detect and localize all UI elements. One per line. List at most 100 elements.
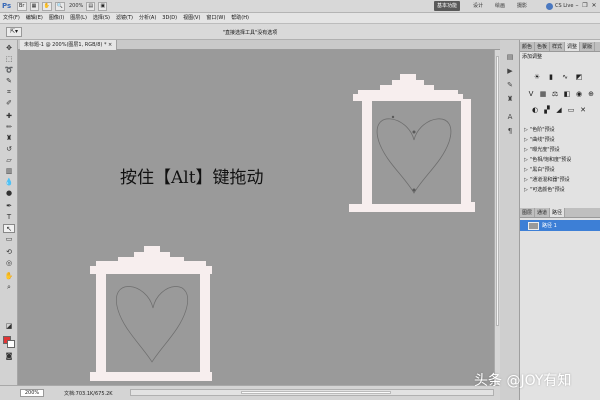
selective-color-icon[interactable]: ✕ <box>578 106 588 115</box>
crop-tool-icon[interactable]: ⌗ <box>3 88 15 97</box>
watermark: 头条 @JOY有知 <box>474 373 572 389</box>
preset-levels[interactable]: ▷ "色阶"预设 <box>524 126 596 134</box>
menu-help[interactable]: 帮助(H) <box>228 13 252 24</box>
horizontal-scrollbar[interactable] <box>130 389 494 396</box>
canvas[interactable]: 按住【Alt】键拖动 <box>18 50 494 385</box>
path-name: 路径 1 <box>542 223 557 229</box>
tab-channels[interactable]: 通道 <box>535 208 551 217</box>
color-balance-icon[interactable]: ⚖ <box>550 90 560 99</box>
tab-swatches[interactable]: 色板 <box>535 42 551 51</box>
quick-mask-icon[interactable]: ◙ <box>3 352 15 361</box>
type-tool-icon[interactable]: T <box>3 213 15 222</box>
preset-selective-color[interactable]: ▷ "可选颜色"预设 <box>524 186 596 194</box>
direct-selection-tool-icon[interactable]: ↖ <box>3 224 15 233</box>
blur-tool-icon[interactable]: 💧 <box>3 178 15 187</box>
preset-hue-saturation[interactable]: ▷ "色相/饱和度"预设 <box>524 156 596 164</box>
menu-3d[interactable]: 3D(D) <box>159 13 180 24</box>
gradient-tool-icon[interactable]: ▥ <box>3 167 15 176</box>
shape-tool-icon[interactable]: ▭ <box>3 235 15 244</box>
minibridge-button[interactable]: ▦ <box>29 1 39 11</box>
menu-window[interactable]: 窗口(W) <box>203 13 228 24</box>
tab-masks[interactable]: 蒙版 <box>580 42 596 51</box>
heart-path-bottom-left[interactable] <box>116 286 188 363</box>
posterize-icon[interactable]: ▞ <box>542 106 552 115</box>
eyedropper-tool-icon[interactable]: ✐ <box>3 99 15 108</box>
eraser-tool-icon[interactable]: ▱ <box>3 156 15 165</box>
threshold-icon[interactable]: ◢ <box>554 106 564 115</box>
path-row[interactable]: 路径 1 <box>520 220 600 231</box>
lasso-tool-icon[interactable]: ➰ <box>3 66 15 75</box>
menu-analysis[interactable]: 分析(A) <box>136 13 159 24</box>
tab-layers[interactable]: 图层 <box>520 208 536 217</box>
menu-image[interactable]: 图像(I) <box>46 13 67 24</box>
3d-orbit-tool-icon[interactable]: ◎ <box>3 259 15 268</box>
document-size-info[interactable]: 文档:703.1K/675.2K <box>64 390 113 397</box>
screen-mode-button[interactable]: ▣ <box>98 1 108 11</box>
clone-stamp-tool-icon[interactable]: ♜ <box>3 134 15 143</box>
brightness-icon[interactable]: ☀ <box>532 73 542 82</box>
workspace-painting[interactable]: 绘画 <box>492 1 508 11</box>
default-colors-icon[interactable]: ◪ <box>3 322 15 331</box>
close-icon[interactable]: ✕ <box>589 1 599 11</box>
arrange-docs-button[interactable]: ▤ <box>86 1 96 11</box>
status-zoom-field[interactable]: 200% <box>20 389 44 397</box>
history-brush-tool-icon[interactable]: ↺ <box>3 145 15 154</box>
curves-icon[interactable]: ∿ <box>560 73 570 82</box>
vibrance-icon[interactable]: V <box>526 90 536 99</box>
hand-tool-icon[interactable]: ✋ <box>3 272 15 281</box>
adjustments-title: 添加调整 <box>522 54 543 60</box>
marquee-tool-icon[interactable]: ⬚ <box>3 55 15 64</box>
bridge-button[interactable]: Br <box>17 1 27 11</box>
brush-tool-icon[interactable]: ✏ <box>3 123 15 132</box>
workspace-essentials[interactable]: 基本功能 <box>434 1 461 11</box>
zoom-level[interactable]: 200% <box>69 3 83 9</box>
gradient-map-icon[interactable]: ▭ <box>566 106 576 115</box>
exposure-icon[interactable]: ◩ <box>574 73 584 82</box>
tab-styles[interactable]: 样式 <box>550 42 566 51</box>
photo-filter-icon[interactable]: ◉ <box>574 90 584 99</box>
brush-panel-icon[interactable]: ✎ <box>504 80 516 90</box>
hue-saturation-icon[interactable]: ▦ <box>538 90 548 99</box>
invert-icon[interactable]: ◐ <box>530 106 540 115</box>
preset-channel-mixer[interactable]: ▷ "通道混和器"预设 <box>524 176 596 184</box>
character-panel-icon[interactable]: A <box>504 112 516 122</box>
move-tool-icon[interactable]: ✥ <box>3 44 15 53</box>
cs-live-button[interactable]: CS Live <box>546 1 573 11</box>
tab-color[interactable]: 颜色 <box>520 42 536 51</box>
workspace-photography[interactable]: 摄影 <box>514 1 530 11</box>
tab-paths[interactable]: 路径 <box>550 208 566 217</box>
menu-filter[interactable]: 滤镜(T) <box>113 13 136 24</box>
horizontal-scroll-thumb[interactable] <box>241 391 391 394</box>
menu-select[interactable]: 选择(S) <box>90 13 113 24</box>
preset-curves[interactable]: ▷ "曲线"预设 <box>524 136 596 144</box>
black-white-icon[interactable]: ◧ <box>562 90 572 99</box>
actions-panel-icon[interactable]: ▶ <box>504 66 516 76</box>
picture-frame-top-right[interactable] <box>349 74 475 212</box>
heart-path-top-right[interactable] <box>376 115 452 194</box>
clone-source-panel-icon[interactable]: ♜ <box>504 94 516 104</box>
zoom-tool-icon[interactable]: ⌕ <box>3 283 15 292</box>
document-tab-bar: 未标题-1 @ 200%(图层1, RGB/8) * × <box>18 40 500 50</box>
background-color-swatch[interactable] <box>7 340 15 348</box>
healing-brush-tool-icon[interactable]: ✚ <box>3 112 15 121</box>
3d-rotate-tool-icon[interactable]: ⟲ <box>3 248 15 257</box>
document-tab[interactable]: 未标题-1 @ 200%(图层1, RGB/8) * × <box>20 40 118 50</box>
dodge-tool-icon[interactable]: ● <box>3 189 15 198</box>
menu-file[interactable]: 文件(F) <box>0 13 23 24</box>
preset-exposure[interactable]: ▷ "曝光度"预设 <box>524 146 596 154</box>
zoom-tool-button[interactable]: 🔍 <box>54 1 65 11</box>
quick-select-tool-icon[interactable]: ✎ <box>3 77 15 86</box>
menu-layer[interactable]: 图层(L) <box>67 13 90 24</box>
levels-icon[interactable]: ▮ <box>546 73 556 82</box>
paragraph-panel-icon[interactable]: ¶ <box>504 126 516 136</box>
menu-edit[interactable]: 编辑(E) <box>23 13 46 24</box>
preset-black-white[interactable]: ▷ "黑白"预设 <box>524 166 596 174</box>
vertical-scroll-thumb[interactable] <box>496 56 499 326</box>
history-panel-icon[interactable]: ▤ <box>504 52 516 62</box>
hand-tool-button[interactable]: ✋ <box>41 1 52 11</box>
tab-adjustments[interactable]: 调整 <box>565 42 581 51</box>
menu-view[interactable]: 视图(V) <box>180 13 203 24</box>
channel-mixer-icon[interactable]: ⊕ <box>586 90 596 99</box>
pen-tool-icon[interactable]: ✒ <box>3 202 15 211</box>
workspace-design[interactable]: 设计 <box>470 1 486 11</box>
